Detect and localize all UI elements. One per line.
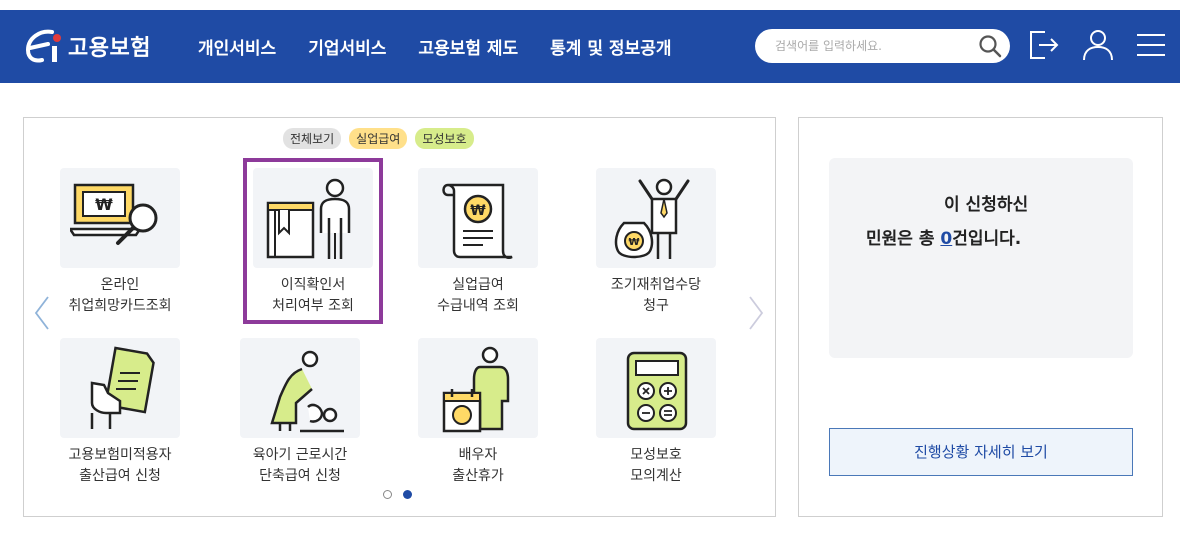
service-card-early-reemployment-allowance[interactable]: ₩ 조기재취업수당 청구	[586, 168, 726, 317]
site-logo[interactable]: 고용보험	[22, 24, 151, 68]
nav-business-services[interactable]: 기업서비스	[308, 34, 386, 59]
menu-icon[interactable]	[1134, 28, 1168, 62]
service-label-line2: 청구	[643, 298, 669, 314]
status-text-line1: 이 신청하신	[944, 195, 1029, 215]
service-label-line2: 수급내역 조회	[437, 298, 519, 314]
service-carousel: 전체보기 실업급여 모성보호 ₩ 온라인 취업희망카드조회 이직확인서 처리여부…	[23, 117, 776, 517]
won-document-scroll-icon: ₩	[442, 183, 513, 259]
service-label-line1: 육아기 근로시간	[252, 447, 348, 463]
search-input[interactable]	[775, 36, 975, 56]
carousel-pagination	[383, 490, 423, 499]
svg-text:₩: ₩	[95, 195, 113, 214]
service-label-line2: 출산휴가	[452, 468, 504, 484]
book-person-icon	[266, 178, 351, 259]
svg-text:₩: ₩	[470, 203, 486, 219]
nav-personal-services[interactable]: 개인서비스	[198, 34, 276, 59]
filter-unemployment[interactable]: 실업급여	[349, 128, 408, 149]
view-progress-details-button[interactable]: 진행상황 자세히 보기	[829, 428, 1133, 476]
service-card-online-job-card[interactable]: ₩ 온라인 취업희망카드조회	[50, 168, 190, 317]
service-card-maternity-simulator[interactable]: 모성보호 모의계산	[586, 338, 726, 487]
service-label-line1: 배우자	[458, 447, 498, 463]
application-count[interactable]: 0	[940, 229, 952, 249]
status-prefix: 민원은 총	[866, 229, 941, 249]
service-card-separation-confirmation[interactable]: 이직확인서 처리여부 조회	[243, 158, 383, 324]
main-nav: 개인서비스 기업서비스 고용보험 제도 통계 및 정보공개	[198, 34, 704, 59]
svg-text:₩: ₩	[628, 237, 639, 248]
top-header: 고용보험 개인서비스 기업서비스 고용보험 제도 통계 및 정보공개	[0, 10, 1180, 83]
filter-all[interactable]: 전체보기	[283, 128, 342, 149]
pagination-dot-2-active[interactable]	[403, 490, 412, 499]
service-label-line1: 이직확인서	[280, 277, 346, 293]
search-icon[interactable]	[978, 34, 1002, 58]
status-suffix: 건입니다.	[952, 229, 1022, 249]
nav-insurance-system[interactable]: 고용보험 제도	[418, 34, 518, 59]
search-box	[755, 29, 1010, 63]
ei-logo-icon	[25, 29, 61, 63]
hand-document-icon	[90, 346, 155, 429]
laptop-won-magnifier-icon: ₩	[70, 183, 158, 245]
calendar-baby-person-icon	[442, 346, 510, 433]
service-label-line2: 모의계산	[630, 468, 682, 484]
filter-maternity[interactable]: 모성보호	[415, 128, 474, 149]
calculator-icon	[626, 351, 688, 431]
service-label-line1: 조기재취업수당	[610, 277, 702, 293]
application-status-panel: 이 신청하신 민원은 총 0건입니다. 진행상황 자세히 보기	[798, 117, 1163, 517]
service-card-uninsured-maternity-benefit[interactable]: 고용보험미적용자 출산급여 신청	[50, 338, 190, 487]
service-card-childcare-reduced-hours-benefit[interactable]: 육아기 근로시간 단축급여 신청	[230, 338, 370, 487]
service-label-line2: 출산급여 신청	[79, 468, 161, 484]
nav-statistics-info[interactable]: 통계 및 정보공개	[550, 34, 671, 59]
parent-baby-icon	[270, 350, 344, 433]
logout-icon[interactable]	[1027, 28, 1061, 62]
service-label-line1: 실업급여	[452, 277, 504, 293]
service-label-line2: 처리여부 조회	[272, 298, 354, 314]
category-filters: 전체보기 실업급여 모성보호	[283, 128, 482, 149]
service-label-line2: 취업희망카드조회	[68, 298, 172, 314]
status-text-line2: 민원은 총 0건입니다.	[866, 224, 1021, 249]
status-summary-box	[829, 158, 1133, 358]
user-icon[interactable]	[1081, 28, 1115, 62]
service-label-line1: 모성보호	[630, 447, 682, 463]
service-label-line1: 고용보험미적용자	[68, 447, 172, 463]
next-arrow-icon[interactable]	[746, 293, 766, 333]
pagination-dot-1[interactable]	[383, 490, 392, 499]
cheering-person-money-bag-icon: ₩	[614, 178, 690, 259]
service-card-spouse-maternity-leave[interactable]: 배우자 출산휴가	[408, 338, 548, 487]
service-label-line1: 온라인	[100, 277, 140, 293]
logo-text: 고용보험	[68, 36, 151, 61]
service-card-unemployment-benefit-history[interactable]: ₩ 실업급여 수급내역 조회	[408, 168, 548, 317]
prev-arrow-icon[interactable]	[32, 293, 52, 333]
service-label-line2: 단축급여 신청	[259, 468, 341, 484]
